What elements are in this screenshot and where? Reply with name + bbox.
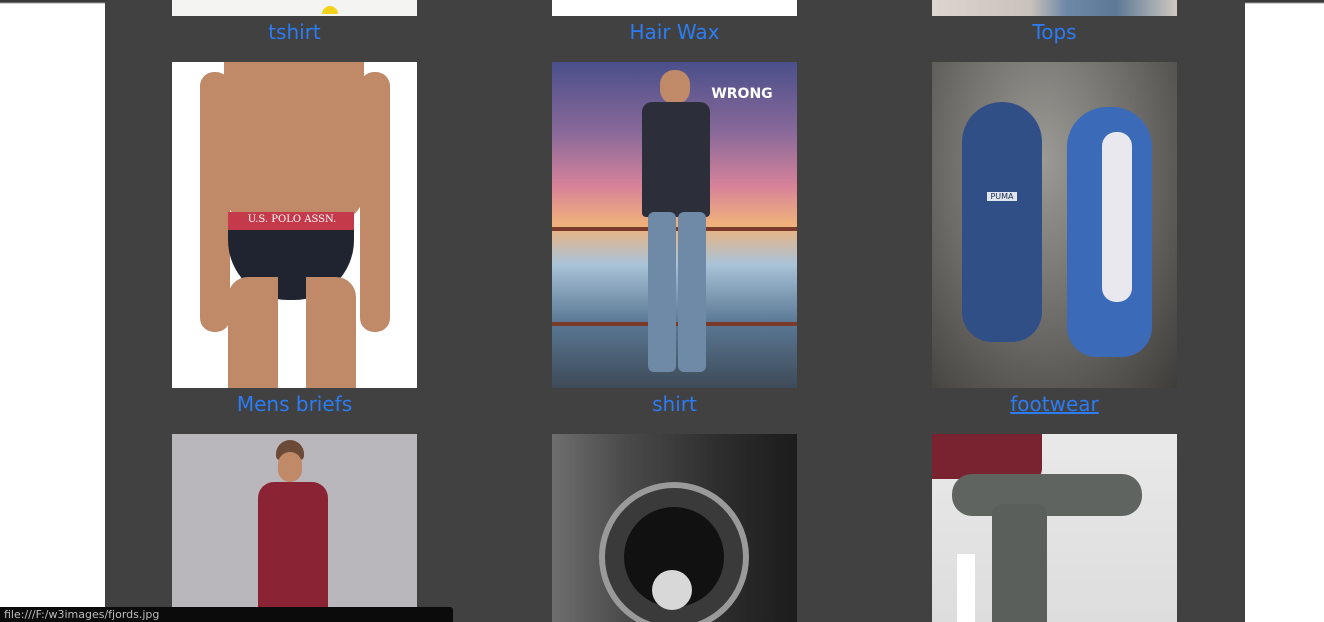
tops-photo[interactable] (932, 0, 1177, 16)
footwear-link[interactable]: footwear (932, 389, 1177, 419)
gallery-item-shirt: WRONG shirt (552, 62, 797, 419)
watch-photo[interactable] (552, 434, 797, 622)
footwear-photo[interactable]: PUMA (932, 62, 1177, 388)
gallery-item-jeans (932, 434, 1177, 622)
tops-link[interactable]: Tops (932, 17, 1177, 47)
shoe-brand-text: PUMA (987, 192, 1017, 201)
tshirt-photo[interactable] (172, 0, 417, 16)
briefs-brand-text: U.S. POLO ASSN. (247, 214, 337, 225)
shirt-link[interactable]: shirt (552, 389, 797, 419)
tshirt-link[interactable]: tshirt (172, 17, 417, 47)
gallery-item-tops: Tops (932, 0, 1177, 47)
status-bar-url: file:///F:/w3images/fjords.jpg (0, 607, 453, 622)
gallery-item-hair-wax: Hair Wax (552, 0, 797, 47)
gallery-item-dress (172, 434, 417, 622)
gallery-item-footwear: PUMA footwear (932, 62, 1177, 419)
jeans-photo[interactable] (932, 434, 1177, 622)
gallery-item-mens-briefs: U.S. POLO ASSN. Mens briefs (172, 62, 417, 419)
product-gallery: tshirt Hair Wax Tops U.S. POLO ASSN. Men… (105, 0, 1245, 622)
gallery-item-watch (552, 434, 797, 622)
mens-briefs-link[interactable]: Mens briefs (172, 389, 417, 419)
shirt-photo[interactable]: WRONG (552, 62, 797, 388)
gallery-item-tshirt: tshirt (172, 0, 417, 47)
dress-photo[interactable] (172, 434, 417, 622)
mens-briefs-photo[interactable]: U.S. POLO ASSN. (172, 62, 417, 388)
hair-wax-link[interactable]: Hair Wax (552, 17, 797, 47)
shirt-brand-text: WRONG (711, 86, 773, 102)
hair-wax-photo[interactable] (552, 0, 797, 16)
